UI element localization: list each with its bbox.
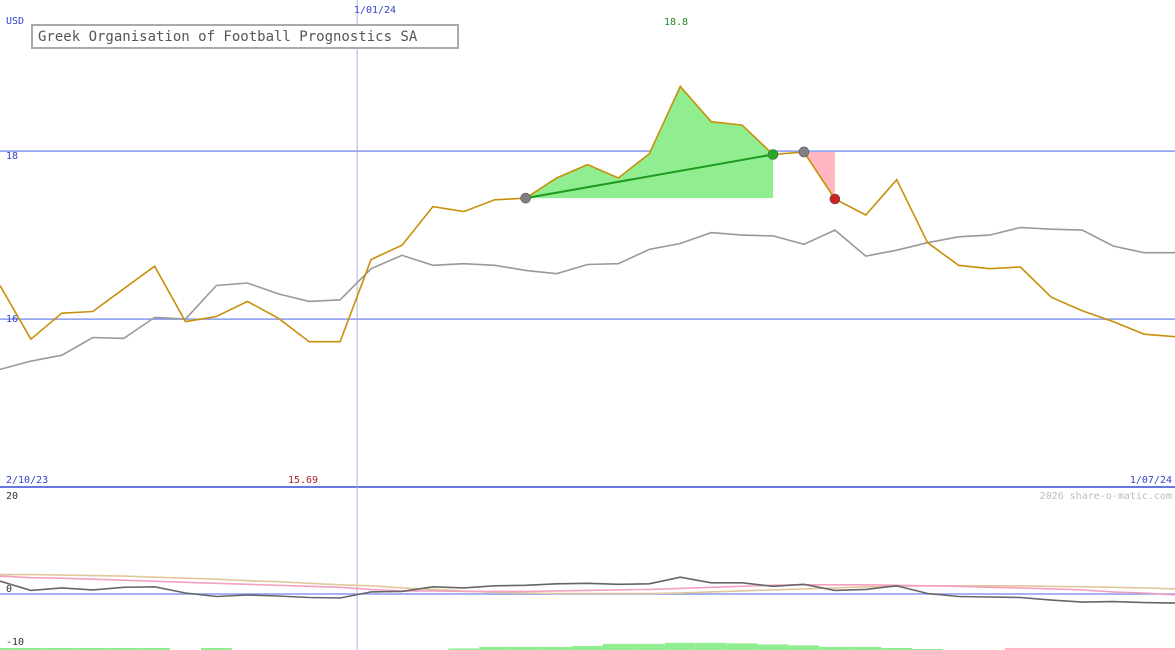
price-series-line (0, 85, 1175, 343)
chart-title: Greek Organisation of Football Prognosti… (38, 29, 418, 45)
histogram-bar (788, 645, 820, 650)
histogram-bar (695, 642, 727, 650)
min-value-label: 15.69 (288, 475, 318, 486)
price-chart-svg: Greek Organisation of Football Prognosti… (0, 0, 1175, 650)
shaded-region (525, 86, 774, 199)
y-tick-label: 16 (6, 314, 18, 325)
event-marker (767, 149, 779, 160)
event-marker (829, 193, 841, 205)
fill-layer (0, 86, 1175, 650)
y-tick-label: 18 (6, 151, 18, 162)
histogram-bar (726, 643, 758, 650)
date-end-label: 1/07/24 (1130, 475, 1172, 486)
max-value-label: 18.8 (664, 17, 688, 28)
price-series-line (0, 226, 1175, 371)
histogram-bar (757, 644, 789, 650)
osc-tick-label: 0 (6, 584, 12, 595)
histogram-bar (572, 645, 603, 650)
watermark: 2026 share-o-matic.com (1040, 491, 1172, 502)
currency-label: USD (6, 16, 24, 27)
date-start-label: 2/10/23 (6, 475, 48, 486)
osc-tick-label: 20 (6, 491, 18, 502)
histogram-bar (633, 643, 665, 650)
osc-tick-label: -10 (6, 637, 24, 648)
date-marker-label: 1/01/24 (354, 5, 396, 16)
grid-layer (0, 0, 1175, 650)
event-marker (798, 146, 810, 158)
event-marker (520, 192, 531, 204)
series-layer (0, 85, 1175, 604)
chart-stage: Greek Organisation of Football Prognosti… (0, 0, 1175, 650)
histogram-bar (664, 642, 696, 650)
histogram-bar (602, 643, 634, 650)
